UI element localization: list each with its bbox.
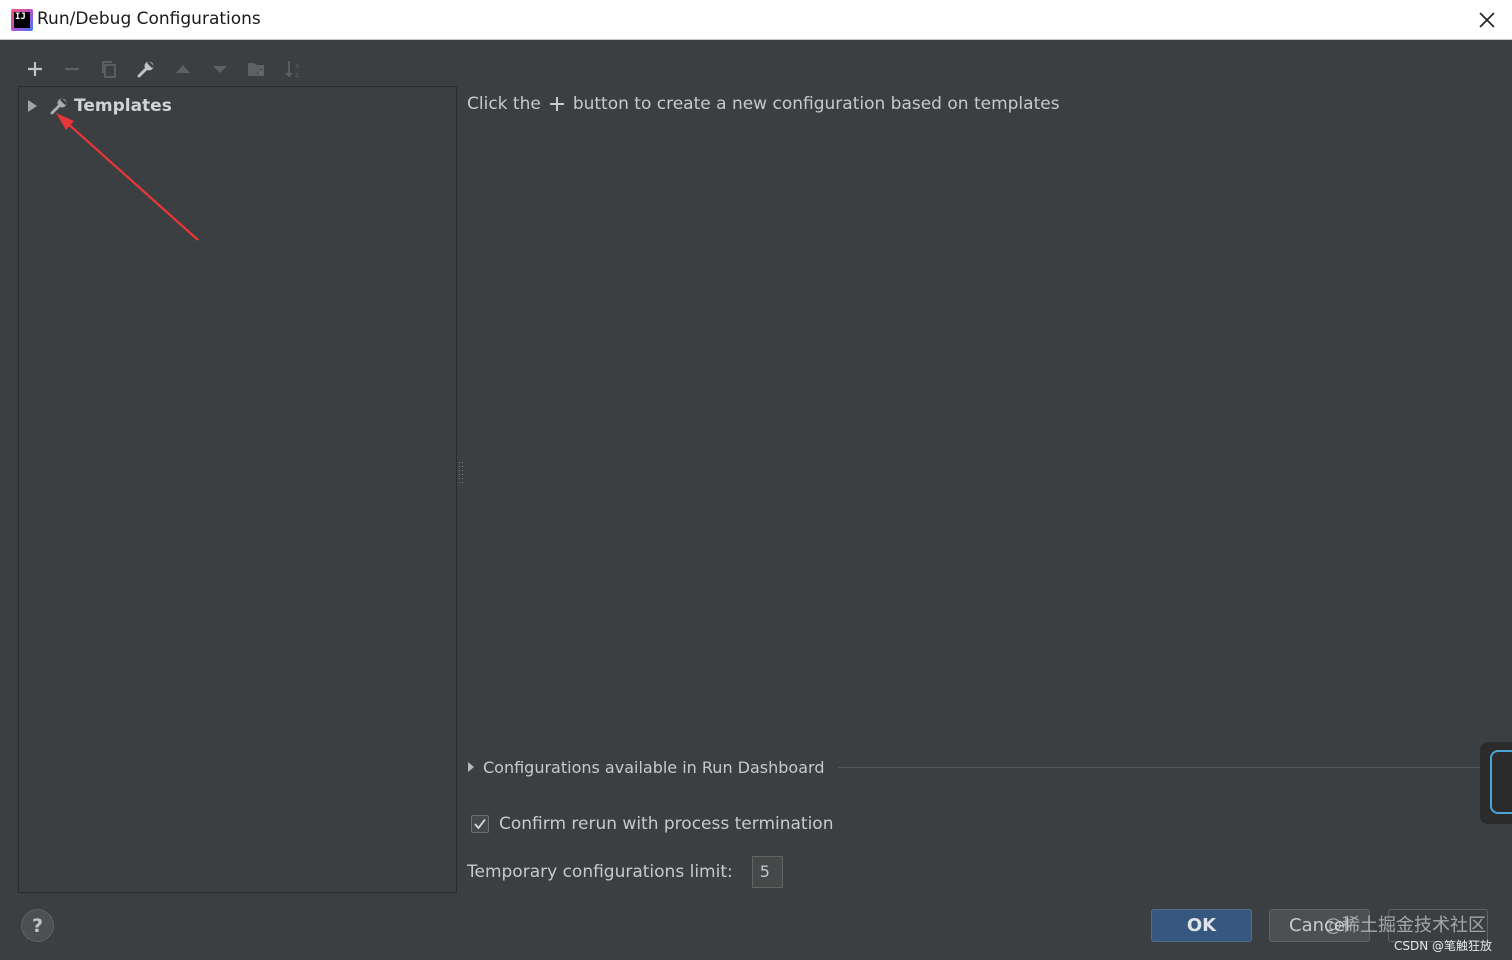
tree-item-label: Templates xyxy=(74,96,172,116)
intellij-app-icon: IJ xyxy=(11,9,33,31)
arrow-up-icon[interactable] xyxy=(170,56,196,82)
temp-config-limit-input[interactable]: 5 xyxy=(751,856,783,888)
run-dashboard-label: Configurations available in Run Dashboar… xyxy=(483,757,825,777)
ok-button[interactable]: OK xyxy=(1151,909,1252,942)
confirm-rerun-checkbox[interactable] xyxy=(471,815,489,833)
wrench-icon xyxy=(50,98,67,115)
run-dashboard-section[interactable]: Configurations available in Run Dashboar… xyxy=(467,756,1480,778)
title-bar: IJ Run/Debug Configurations xyxy=(0,0,1512,40)
arrow-down-icon[interactable] xyxy=(207,56,233,82)
plus-icon xyxy=(549,96,565,112)
expand-arrow-icon[interactable] xyxy=(25,99,39,113)
svg-text:a: a xyxy=(295,62,299,70)
empty-state-hint: Click the button to create a new configu… xyxy=(467,94,1060,114)
copy-icon[interactable] xyxy=(96,56,122,82)
section-divider xyxy=(838,766,1480,768)
help-button[interactable]: ? xyxy=(21,909,54,942)
watermark-juejin: @稀土掘金技术社区 xyxy=(1324,915,1486,936)
wrench-icon[interactable] xyxy=(133,56,159,82)
close-icon[interactable] xyxy=(1476,9,1498,31)
hint-text-after: button to create a new configuration bas… xyxy=(572,94,1060,114)
splitter-handle[interactable] xyxy=(459,462,463,484)
svg-text:z: z xyxy=(295,71,299,79)
floating-edge-widget[interactable] xyxy=(1480,742,1512,824)
configurations-toolbar: az xyxy=(22,56,307,82)
hint-text-before: Click the xyxy=(467,94,541,114)
watermark-csdn: CSDN @笔触狂放 xyxy=(1394,939,1493,953)
widget-glow xyxy=(1490,750,1512,814)
configurations-tree: Templates xyxy=(18,86,457,893)
app-icon-text: IJ xyxy=(14,12,30,28)
confirm-rerun-option[interactable]: Confirm rerun with process termination xyxy=(471,814,833,834)
plus-icon[interactable] xyxy=(22,56,48,82)
new-folder-icon[interactable] xyxy=(244,56,270,82)
expand-arrow-icon[interactable] xyxy=(467,762,475,772)
sort-icon[interactable]: az xyxy=(281,56,307,82)
confirm-rerun-label: Confirm rerun with process termination xyxy=(499,814,834,834)
checkmark-icon xyxy=(474,818,486,830)
tree-item-templates[interactable]: Templates xyxy=(19,93,456,119)
window-title: Run/Debug Configurations xyxy=(37,9,261,29)
minus-icon[interactable] xyxy=(59,56,85,82)
temp-config-limit-label: Temporary configurations limit: xyxy=(467,862,733,882)
temp-config-limit: Temporary configurations limit: 5 xyxy=(467,856,783,888)
